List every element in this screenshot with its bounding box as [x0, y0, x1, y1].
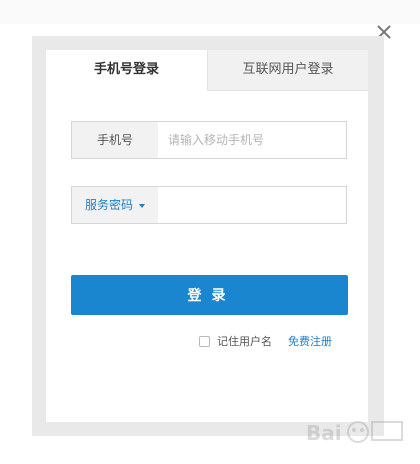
watermark-logo: Bai	[300, 410, 410, 456]
phone-field: 手机号	[71, 121, 347, 159]
password-field: 服务密码	[71, 186, 347, 224]
phone-field-label: 手机号	[72, 122, 158, 158]
tab-internet-user-login[interactable]: 互联网用户登录	[208, 50, 368, 90]
tab-phone-login[interactable]: 手机号登录	[46, 50, 208, 91]
free-register-link[interactable]: 免费注册	[288, 334, 332, 350]
background-page-strip	[0, 0, 420, 24]
caret-down-icon	[139, 203, 145, 208]
login-button[interactable]: 登录	[71, 275, 348, 315]
login-tab-bar: 手机号登录 互联网用户登录	[46, 50, 368, 91]
login-dialog	[46, 50, 368, 422]
remember-username-label[interactable]: 记住用户名	[217, 334, 272, 350]
remember-username-checkbox[interactable]	[199, 336, 210, 347]
phone-input[interactable]	[158, 122, 346, 158]
password-input[interactable]	[158, 187, 346, 223]
password-type-dropdown[interactable]: 服务密码	[72, 187, 158, 223]
password-type-label: 服务密码	[84, 198, 133, 212]
svg-text:Bai: Bai	[306, 421, 342, 445]
